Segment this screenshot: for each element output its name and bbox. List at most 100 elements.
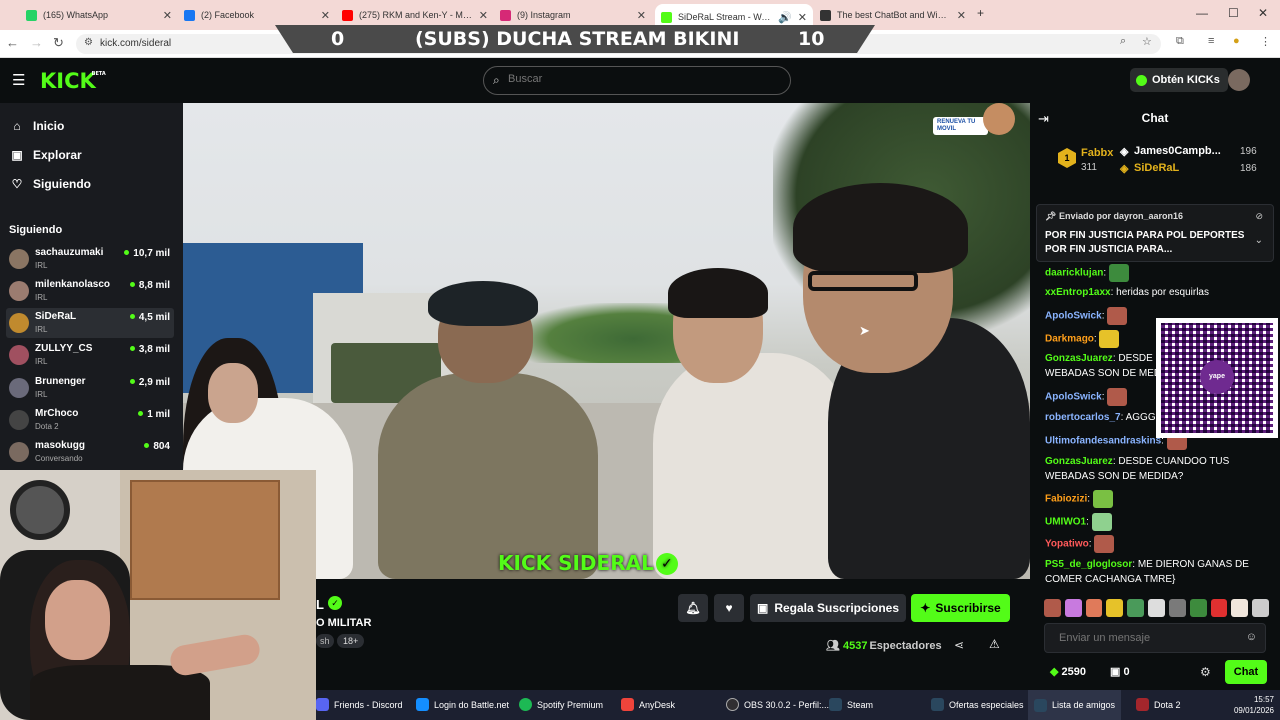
browser-tab-chatbot[interactable]: The best ChatBot and Widgets ✕ bbox=[814, 4, 972, 26]
emote-button[interactable] bbox=[1106, 599, 1124, 617]
close-icon[interactable]: ✕ bbox=[957, 9, 966, 22]
chat-username[interactable]: Fabiozizi bbox=[1045, 494, 1087, 505]
hamburger-menu-icon[interactable]: ☰ bbox=[12, 71, 25, 89]
reload-icon[interactable]: ↻ bbox=[53, 35, 64, 51]
followed-channel[interactable]: sachauzumaki IRL 10,7 mil bbox=[6, 244, 174, 274]
taskbar-item-obs[interactable]: OBS 30.0.2 - Perfil:... bbox=[726, 698, 829, 711]
taskbar-item-spotify[interactable]: Spotify Premium bbox=[519, 698, 603, 711]
taskbar-item-friends-list[interactable]: Lista de amigos bbox=[1028, 690, 1122, 720]
browser-tab-whatsapp[interactable]: (165) WhatsApp ✕ bbox=[20, 4, 178, 26]
taskbar-item-steam[interactable]: Steam bbox=[829, 698, 873, 711]
maximize-icon[interactable]: ☐ bbox=[1228, 6, 1239, 20]
emote-button[interactable] bbox=[1044, 599, 1061, 617]
chat-username[interactable]: daaricklujan bbox=[1045, 268, 1103, 279]
followed-channel[interactable]: Brunenger IRL 2,9 mil bbox=[6, 373, 174, 403]
bookmark-star-icon[interactable]: ☆ bbox=[1142, 35, 1152, 48]
chat-username[interactable]: GonzasJuarez bbox=[1045, 353, 1113, 364]
chat-username[interactable]: PS5_de_gloglosor bbox=[1045, 559, 1132, 570]
chat-username[interactable]: ApoloSwick bbox=[1045, 311, 1102, 322]
browser-tab-facebook[interactable]: (2) Facebook ✕ bbox=[178, 4, 336, 26]
new-tab-icon[interactable]: + bbox=[977, 6, 984, 20]
browser-tab-youtube[interactable]: (275) RKM and Ken-Y - Mi Cora ✕ bbox=[336, 4, 494, 26]
battlenet-icon bbox=[416, 698, 429, 711]
menu-dots-icon[interactable]: ⋮ bbox=[1260, 35, 1271, 48]
subscribe-button[interactable]: ✦ Suscribirse bbox=[911, 594, 1010, 622]
site-info-icon[interactable]: ⚙ bbox=[84, 37, 93, 48]
emote-button[interactable] bbox=[1252, 599, 1269, 617]
close-icon[interactable]: ✕ bbox=[637, 9, 646, 22]
taskbar-item-dota2[interactable]: Dota 2 bbox=[1136, 698, 1181, 711]
close-icon[interactable]: ✕ bbox=[163, 9, 172, 22]
avatar bbox=[9, 345, 29, 365]
media-icon[interactable]: ≡ bbox=[1208, 35, 1214, 47]
followed-channel[interactable]: masokugg Conversando 804 bbox=[6, 437, 174, 467]
webcam-scene bbox=[130, 480, 280, 600]
emote-button[interactable] bbox=[1231, 599, 1249, 617]
minimize-icon[interactable]: — bbox=[1196, 6, 1208, 20]
followed-channel[interactable]: ZULLYY_CS IRL 3,8 mil bbox=[6, 340, 174, 370]
pinned-message[interactable]: 📌︎ Enviado por dayron_aaron16 ⊘ POR FIN … bbox=[1036, 204, 1274, 262]
speaker-icon[interactable]: 🔊 bbox=[778, 11, 792, 24]
chat-username[interactable]: Ultimofandesandraskins bbox=[1045, 436, 1161, 447]
kicks-balance[interactable]: ◆ 2590 bbox=[1050, 665, 1086, 678]
search-input[interactable] bbox=[508, 73, 768, 85]
close-icon[interactable]: ✕ bbox=[321, 9, 330, 22]
tab-label: SiDeRaL Stream - Watch Li bbox=[678, 12, 774, 22]
zoom-icon[interactable]: ⌕ bbox=[1120, 35, 1126, 48]
taskbar-item-anydesk[interactable]: AnyDesk bbox=[621, 698, 675, 711]
taskbar-item-steam-offers[interactable]: Ofertas especiales bbox=[931, 698, 1024, 711]
followed-channel-active[interactable]: SiDeRaL IRL 4,5 mil bbox=[6, 308, 174, 338]
channel-name[interactable]: L bbox=[316, 597, 324, 612]
emote-button[interactable] bbox=[1189, 599, 1207, 617]
profile-icon[interactable]: ● bbox=[1233, 35, 1240, 47]
emote-button[interactable] bbox=[1127, 599, 1145, 617]
chevron-down-icon[interactable]: ⌄ bbox=[1255, 235, 1263, 246]
chat-username[interactable]: GonzasJuarez bbox=[1045, 456, 1113, 467]
chat-username[interactable]: xxEntrop1axx bbox=[1045, 287, 1111, 298]
close-icon[interactable]: ✕ bbox=[479, 9, 488, 22]
chat-username[interactable]: ApoloSwick bbox=[1045, 392, 1102, 403]
get-kicks-button[interactable]: Obtén KICKs bbox=[1130, 68, 1228, 92]
language-tag[interactable]: sh bbox=[316, 634, 334, 648]
close-icon[interactable]: ✕ bbox=[798, 11, 807, 24]
kick-logo[interactable]: KICK BETA bbox=[40, 69, 106, 93]
followed-channel[interactable]: milenkanolasco IRL 8,8 mil bbox=[6, 276, 174, 306]
chat-send-button[interactable]: Chat bbox=[1225, 660, 1267, 684]
sidebar-item-following[interactable]: ♡ Siguiendo bbox=[9, 177, 91, 191]
emoji-picker-icon[interactable]: ☺ bbox=[1246, 631, 1257, 643]
user-avatar[interactable] bbox=[1228, 69, 1250, 91]
back-icon[interactable]: ← bbox=[6, 35, 19, 50]
share-icon[interactable]: ⋖ bbox=[954, 638, 964, 652]
taskbar-item-battlenet[interactable]: Login do Battle.net bbox=[416, 698, 509, 711]
system-clock[interactable]: 15:57 09/01/2026 bbox=[1234, 694, 1274, 716]
hide-pinned-icon[interactable]: ⊘ bbox=[1255, 211, 1263, 222]
sidebar-item-home[interactable]: ⌂ Inicio bbox=[9, 119, 64, 133]
emote-button[interactable] bbox=[1168, 599, 1186, 617]
extensions-icon[interactable]: ⧉ bbox=[1176, 35, 1184, 48]
followed-channel[interactable]: MrChoco Dota 2 1 mil bbox=[6, 405, 174, 435]
gift-balance[interactable]: ▣ 0 bbox=[1110, 665, 1130, 678]
chat-username[interactable]: UMIWO1 bbox=[1045, 517, 1086, 528]
chat-username[interactable]: robertocarlos_7 bbox=[1045, 412, 1121, 423]
emote-button[interactable] bbox=[1085, 599, 1103, 617]
chat-message-input[interactable] bbox=[1059, 632, 1229, 644]
chat-username[interactable]: Darkmago bbox=[1045, 334, 1094, 345]
chat-input-box[interactable]: ☺ bbox=[1044, 623, 1266, 653]
browser-tab-instagram[interactable]: (9) Instagram ✕ bbox=[494, 4, 652, 26]
mouse-cursor-icon: ➤ bbox=[859, 323, 870, 338]
sidebar-item-explore[interactable]: ▣ Explorar bbox=[9, 148, 81, 162]
search-box[interactable]: ⌕ bbox=[483, 66, 791, 95]
emote bbox=[1091, 513, 1112, 531]
forward-icon[interactable]: → bbox=[30, 35, 43, 50]
window-close-icon[interactable]: ✕ bbox=[1258, 6, 1268, 20]
gift-subs-button[interactable]: ▣ Regala Suscripciones bbox=[750, 594, 906, 622]
emote-button[interactable] bbox=[1148, 599, 1165, 617]
follow-button[interactable]: ♥ bbox=[714, 594, 744, 622]
gear-icon[interactable]: ⚙ bbox=[1200, 665, 1211, 679]
emote-button[interactable] bbox=[1210, 599, 1228, 617]
report-warning-icon[interactable]: ⚠ bbox=[989, 637, 1000, 651]
chat-username[interactable]: Yopatiwo bbox=[1045, 539, 1089, 550]
notifications-button[interactable]: 🔔︎ bbox=[678, 594, 708, 622]
emote-button[interactable] bbox=[1064, 599, 1082, 617]
taskbar-item-discord[interactable]: Friends - Discord bbox=[316, 698, 403, 711]
